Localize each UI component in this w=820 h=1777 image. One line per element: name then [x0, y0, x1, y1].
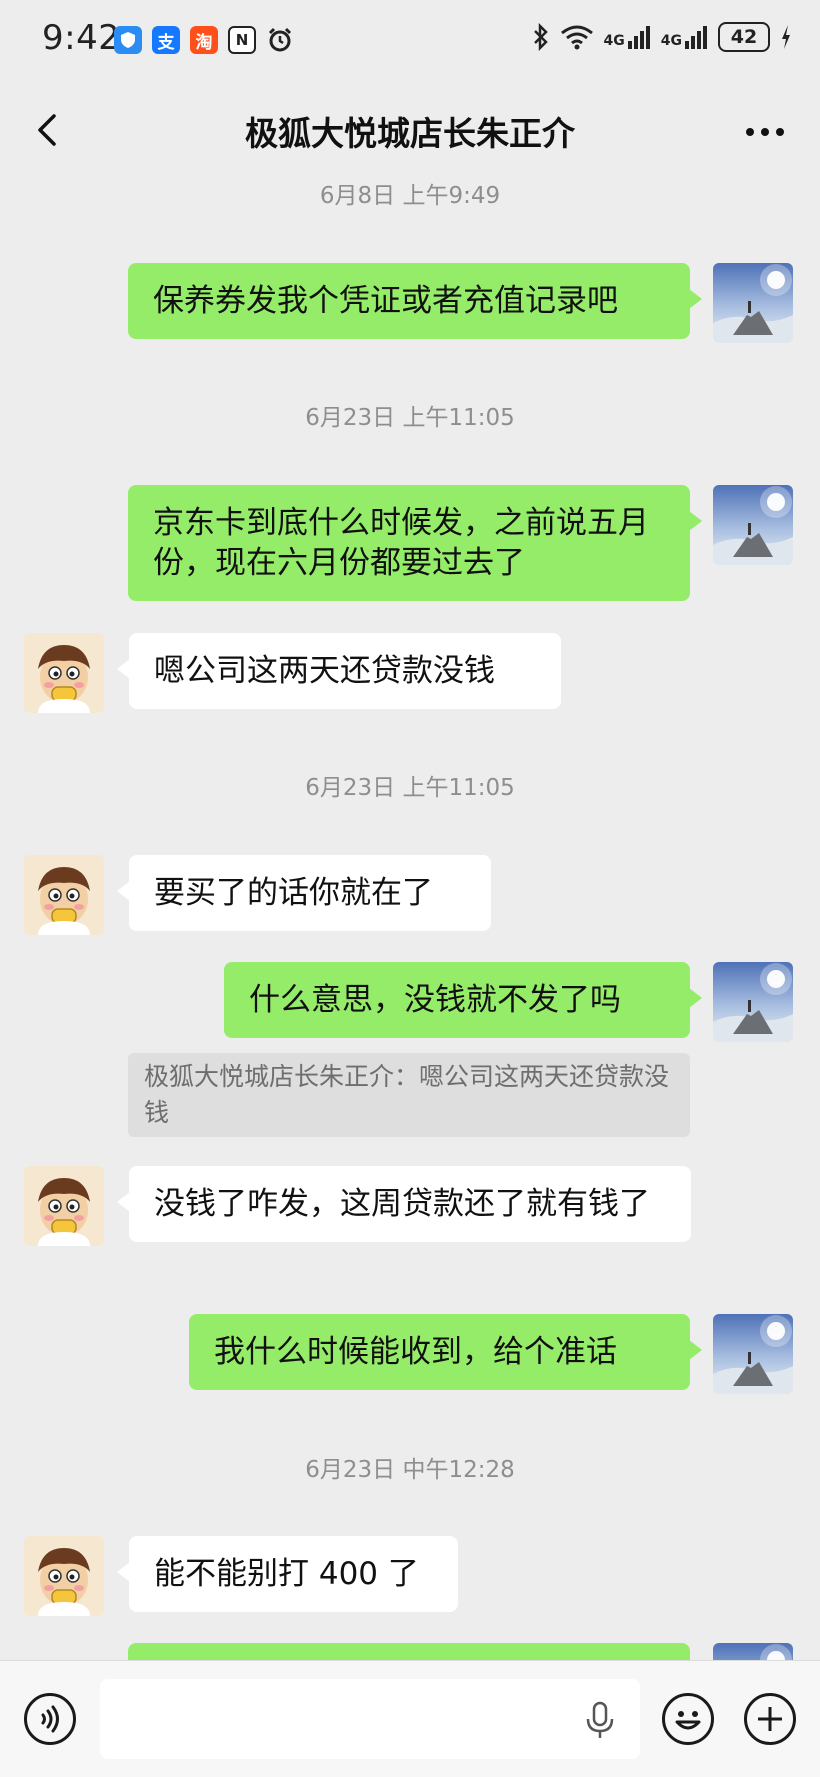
message-timestamp: 6月23日 中午12:28	[305, 1457, 515, 1483]
contact-avatar[interactable]	[24, 633, 104, 713]
microphone-button[interactable]	[585, 1701, 615, 1745]
voice-mode-button[interactable]	[24, 1693, 76, 1745]
outgoing-message[interactable]: 京东卡到底什么时候发，之前说五月份，现在六月份都要过去了	[128, 485, 702, 601]
incoming-message[interactable]: 能不能别打 400 了	[117, 1536, 458, 1612]
more-options-button[interactable]	[740, 112, 790, 152]
outgoing-message-partial[interactable]	[128, 1643, 690, 1660]
message-timestamp: 6月8日 上午9:49	[319, 183, 501, 209]
wifi-icon	[560, 25, 593, 50]
more-actions-button[interactable]	[744, 1693, 796, 1745]
voice-wave-icon	[41, 1705, 59, 1733]
alarm-icon	[266, 26, 294, 54]
outgoing-message[interactable]: 保养券发我个凭证或者充值记录吧	[128, 263, 702, 339]
chat-header: 极狐大悦城店长朱正介	[0, 80, 820, 180]
signal-1-icon: 4G	[604, 25, 651, 49]
system-icons: 4G 4G 42	[532, 22, 792, 52]
signal-2-icon: 4G	[661, 25, 708, 49]
notification-icons: 支 淘 N	[114, 26, 294, 54]
incoming-message[interactable]: 没钱了咋发，这周贷款还了就有钱了	[117, 1166, 691, 1242]
my-avatar[interactable]	[713, 1314, 793, 1394]
quoted-message[interactable]: 极狐大悦城店长朱正介：嗯公司这两天还贷款没钱	[128, 1053, 690, 1137]
message-timestamp: 6月23日 上午11:05	[305, 775, 515, 801]
plus-icon	[758, 1707, 782, 1731]
message-timestamp: 6月23日 上午11:05	[305, 405, 515, 431]
incoming-message[interactable]: 嗯公司这两天还贷款没钱	[117, 633, 561, 709]
microphone-icon	[586, 1701, 614, 1738]
message-list[interactable]: 6月8日 上午9:49 保养券发我个凭证或者充值记录吧 6月23日 上午11:0…	[0, 180, 820, 1660]
outgoing-message[interactable]: 我什么时候能收到，给个准话	[189, 1314, 702, 1390]
chat-title: 极狐大悦城店长朱正介	[245, 114, 575, 153]
contact-avatar[interactable]	[24, 1166, 104, 1246]
contact-avatar[interactable]	[24, 1536, 104, 1616]
charging-icon	[782, 25, 790, 49]
message-input[interactable]	[100, 1679, 640, 1759]
my-avatar[interactable]	[713, 263, 793, 343]
incoming-message[interactable]: 要买了的话你就在了	[117, 855, 491, 931]
battery-icon: 42	[718, 22, 770, 52]
input-bar	[0, 1660, 820, 1777]
taobao-icon: 淘	[190, 26, 218, 54]
nfc-icon: N	[228, 26, 256, 54]
more-dots-icon	[746, 128, 784, 136]
my-avatar[interactable]	[713, 1643, 793, 1660]
status-time: 9:42	[42, 18, 121, 58]
smiley-icon	[675, 1711, 701, 1730]
my-avatar[interactable]	[713, 962, 793, 1042]
contact-avatar[interactable]	[24, 855, 104, 935]
bluetooth-icon	[533, 23, 548, 51]
app-shield-icon	[114, 26, 142, 54]
status-bar: 9:42 支 淘 N 4G 4G 42	[0, 0, 820, 80]
emoji-button[interactable]	[662, 1693, 714, 1745]
alipay-icon: 支	[152, 26, 180, 54]
my-avatar[interactable]	[713, 485, 793, 565]
outgoing-message[interactable]: 什么意思，没钱就不发了吗	[224, 962, 702, 1038]
